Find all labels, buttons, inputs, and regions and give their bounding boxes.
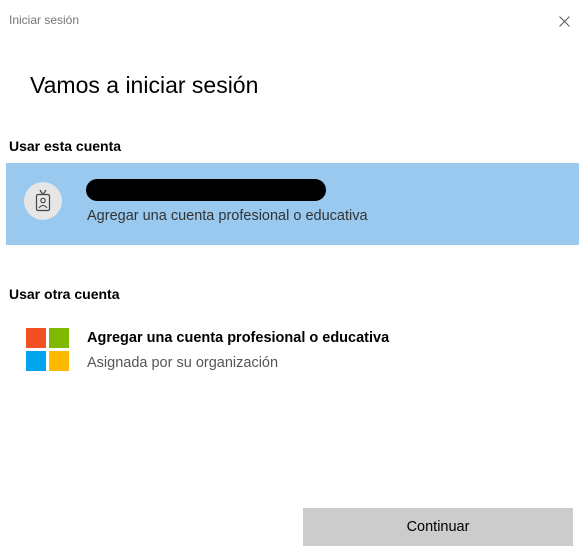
add-work-school-account-item[interactable]: Agregar una cuenta profesional o educati… <box>6 318 566 380</box>
avatar <box>24 182 62 220</box>
continue-button[interactable]: Continuar <box>303 508 573 546</box>
id-badge-icon <box>35 189 51 212</box>
account-item-current[interactable]: Agregar una cuenta profesional o educati… <box>6 163 579 245</box>
microsoft-logo-icon <box>26 328 70 372</box>
close-button[interactable] <box>547 8 579 36</box>
section-label-use-other-account: Usar otra cuenta <box>9 286 120 302</box>
window-title: Iniciar sesión <box>9 13 80 27</box>
close-icon <box>559 16 570 27</box>
account-description: Agregar una cuenta profesional o educati… <box>87 208 368 224</box>
section-label-use-this-account: Usar esta cuenta <box>9 138 122 154</box>
sign-in-dialog: Iniciar sesión Vamos a iniciar sesión Us… <box>0 0 579 546</box>
redacted-account-name <box>86 179 326 201</box>
title-bar: Iniciar sesión <box>0 0 579 40</box>
add-account-subtitle: Asignada por su organización <box>87 355 279 371</box>
page-title: Vamos a iniciar sesión <box>30 72 259 98</box>
add-account-title: Agregar una cuenta profesional o educati… <box>87 330 390 346</box>
